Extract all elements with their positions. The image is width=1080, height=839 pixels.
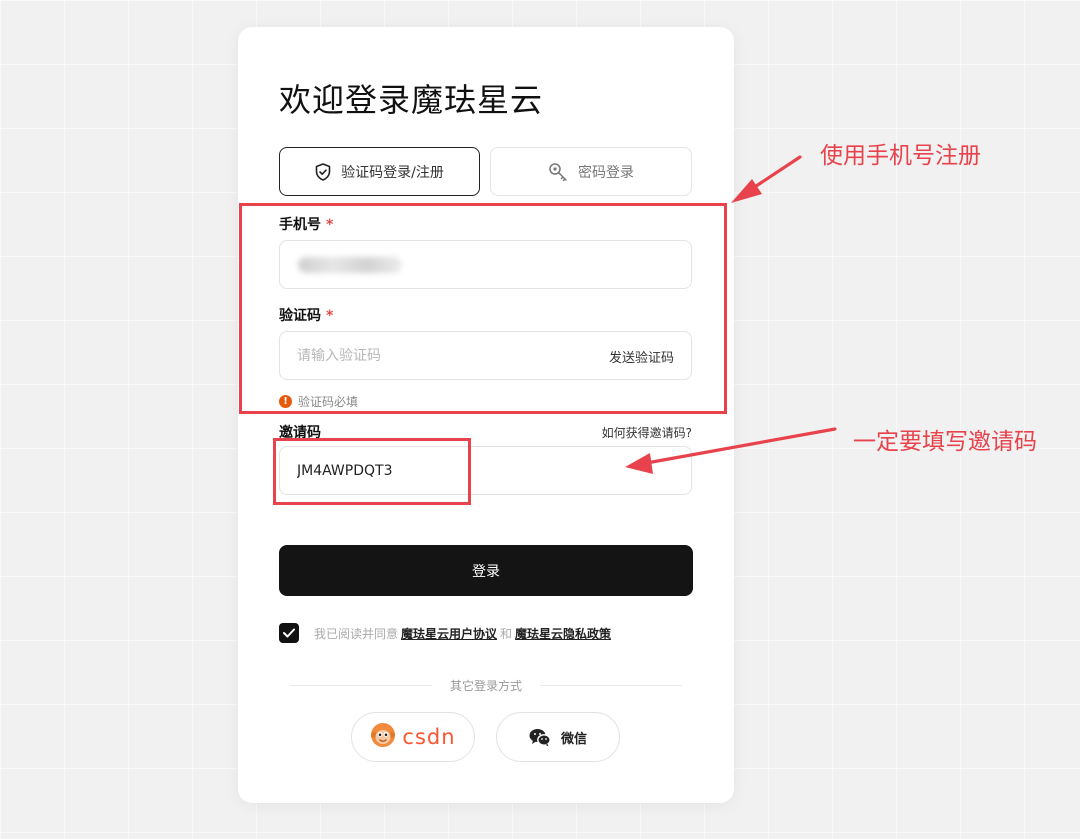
tab-code-login-label: 验证码登录/注册 — [341, 164, 444, 181]
terms-link[interactable]: 魔珐星云用户协议 — [401, 625, 497, 642]
annotation-register-note: 使用手机号注册 — [820, 143, 981, 169]
csdn-login-button[interactable]: csdn — [351, 712, 475, 762]
other-login-divider: 其它登录方式 — [290, 677, 683, 694]
csdn-logo-icon — [370, 722, 396, 752]
tab-password-login[interactable]: 密码登录 — [490, 147, 692, 196]
privacy-link[interactable]: 魔珐星云隐私政策 — [515, 625, 611, 642]
divider-line-left — [290, 685, 432, 686]
annotation-invite-note: 一定要填写邀请码 — [853, 429, 1037, 455]
agreement-checkbox[interactable] — [279, 623, 299, 643]
agreement-and: 和 — [500, 626, 513, 641]
annotation-invite-box — [273, 438, 471, 505]
wechat-login-button[interactable]: 微信 — [496, 712, 620, 762]
other-login-text: 其它登录方式 — [450, 679, 523, 693]
shield-check-icon — [315, 162, 331, 181]
invite-help-link[interactable]: 如何获得邀请码? — [602, 424, 692, 441]
key-icon — [548, 162, 568, 182]
annotation-phone-box — [239, 203, 727, 414]
tab-password-login-label: 密码登录 — [578, 164, 634, 181]
login-card: 欢迎登录魔珐星云 验证码登录/注册 密码登录 手机号* 验证码* 发送验证码 !… — [238, 27, 734, 803]
agreement-prefix: 我已阅读并同意 — [314, 626, 399, 641]
wechat-label: 微信 — [560, 731, 587, 747]
divider-line-right — [540, 685, 683, 686]
csdn-logo-text: csdn — [402, 725, 456, 749]
login-button[interactable]: 登录 — [279, 545, 693, 596]
agreement-row: 我已阅读并同意 魔珐星云用户协议 和 魔珐星云隐私政策 — [279, 623, 614, 643]
checkmark-icon — [283, 628, 295, 638]
tab-code-login[interactable]: 验证码登录/注册 — [279, 147, 480, 196]
page-title: 欢迎登录魔珐星云 — [279, 81, 544, 119]
wechat-icon — [529, 728, 551, 747]
